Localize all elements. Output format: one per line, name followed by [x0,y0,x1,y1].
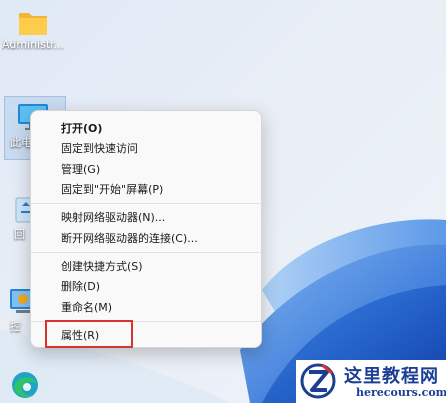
folder-label: Administr... [2,38,64,51]
context-menu: 打开(O) 固定到快速访问 管理(G) 固定到"开始"屏幕(P) 映射网络驱动器… [30,110,262,348]
menu-item-create-shortcut[interactable]: 创建快捷方式(S) [35,257,257,276]
watermark-logo-icon [300,363,336,399]
properties-highlight-box [45,320,133,348]
menu-item-open[interactable]: 打开(O) [35,119,257,138]
menu-item-pin-start[interactable]: 固定到"开始"屏幕(P) [35,180,257,199]
watermark: 这里教程网 herecours.com [296,360,446,403]
desktop-icon-folder[interactable]: Administr... [2,8,64,51]
menu-separator [31,203,261,204]
folder-icon [19,13,47,35]
menu-item-pin-quick-access[interactable]: 固定到快速访问 [35,139,257,158]
menu-item-rename[interactable]: 重命名(M) [35,298,257,317]
menu-separator [31,252,261,253]
watermark-title: 这里教程网 [344,366,439,387]
menu-item-disconnect-network-drive[interactable]: 断开网络驱动器的连接(C)... [35,229,257,248]
desktop-icon-edge[interactable] [2,370,64,400]
menu-item-delete[interactable]: 删除(D) [35,277,257,296]
edge-icon [12,372,38,398]
menu-item-map-network-drive[interactable]: 映射网络驱动器(N)... [35,208,257,227]
menu-item-manage[interactable]: 管理(G) [35,160,257,179]
watermark-url: herecours.com [356,386,446,399]
